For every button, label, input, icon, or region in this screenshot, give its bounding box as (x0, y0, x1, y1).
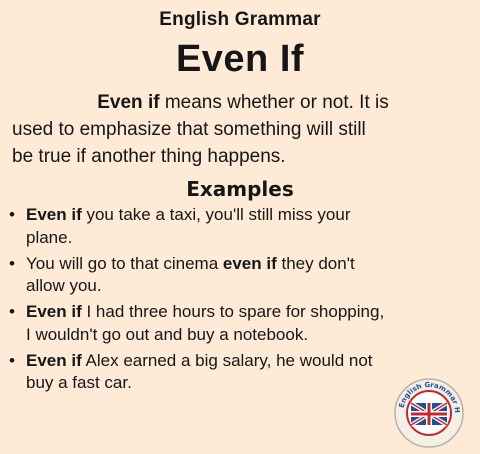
example-keyword: Even if (26, 205, 82, 224)
example-line-1: Even if I had three hours to spare for s… (26, 301, 479, 324)
definition-line-1-text: means whether or not. It is (159, 92, 389, 113)
bullet-icon: • (9, 302, 15, 321)
page-title: Even If (175, 38, 305, 80)
example-line-2: plane. (26, 227, 73, 247)
example-line-2: allow you. (26, 276, 102, 295)
example-item: • Even if you take a taxi, you'll still … (9, 204, 479, 249)
bullet-icon: • (9, 205, 15, 224)
example-keyword: Even if (26, 302, 82, 321)
example-line-1: Even if you take a taxi, you'll still mi… (26, 204, 479, 227)
example-line-1: You will go to that cinema even if they … (26, 253, 479, 276)
example-keyword: Even if (26, 350, 82, 370)
example-text-post: you take a taxi, you'll still miss your (81, 205, 351, 224)
examples-list: • Even if you take a taxi, you'll still … (9, 204, 479, 398)
example-item: • Even if I had three hours to spare for… (9, 301, 479, 346)
english-grammar-here-logo-icon: English Grammar Here.Com (389, 371, 465, 449)
definition-line-3: be true if another thing happens. (12, 146, 286, 167)
example-line-2: I wouldn't go out and buy a notebook. (26, 324, 309, 344)
definition-keyword: Even if (97, 92, 160, 113)
bullet-icon: • (9, 350, 15, 370)
example-keyword: even if (222, 253, 277, 273)
definition-paragraph: Even if means whether or not. It is used… (12, 89, 474, 170)
grammar-card: English Grammar Even If Even if means wh… (0, 0, 480, 448)
examples-heading: Examples (186, 177, 294, 201)
example-text-post: they don't (276, 253, 355, 273)
example-item: • You will go to that cinema even if the… (9, 253, 479, 298)
example-text-post: Alex earned a big salary, he would not (81, 350, 373, 370)
definition-line-1: Even if means whether or not. It is (12, 89, 474, 116)
example-text-pre: You will go to that cinema (26, 253, 223, 273)
definition-line-2: used to emphasize that something will st… (12, 119, 366, 140)
page-subtitle: English Grammar (159, 9, 321, 30)
example-line-1: Even if Alex earned a big salary, he wou… (26, 350, 479, 373)
example-text-post: I had three hours to spare for shopping, (81, 302, 385, 321)
bullet-icon: • (9, 253, 15, 273)
